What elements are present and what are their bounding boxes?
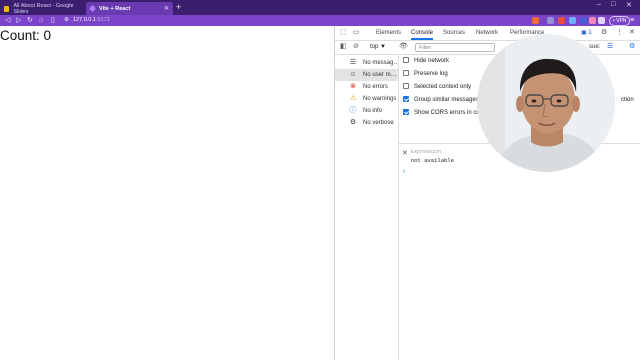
sidebar-item-label: No user m… [363, 72, 397, 78]
console-sidebar: ☰ No messag… ☺ No user m… ⊗ No errors ⚠ … [335, 55, 399, 360]
sidebar-item-info[interactable]: ⓘ No info [335, 105, 398, 117]
setting-label: Hide network [414, 58, 450, 64]
address-bar[interactable]: 127.0.0.1:5173 [73, 16, 110, 25]
url-port: :5173 [95, 17, 110, 23]
close-window-icon[interactable]: ✕ [626, 1, 632, 9]
more-options-icon[interactable]: ⋮ [616, 29, 623, 37]
sidebar-item-label: No info [363, 108, 383, 114]
sidebar-item-label: No verbose [363, 120, 394, 126]
tab-console[interactable]: Console [411, 26, 434, 40]
extension-icon[interactable] [569, 17, 576, 24]
setting-selected-context[interactable]: Selected context only [403, 82, 471, 92]
expression-value: not available [411, 157, 454, 164]
extension-icon[interactable] [589, 17, 596, 24]
setting-label: Selected context only [414, 84, 472, 90]
setting-right-column-fragment: ction [621, 97, 634, 103]
page-viewport: Count: 0 [0, 26, 334, 360]
setting-hide-network[interactable]: Hide network [403, 56, 449, 66]
issues-count: 1 [588, 30, 592, 36]
checkbox-checked[interactable] [403, 109, 409, 115]
setting-group-similar[interactable]: Group similar messages [403, 95, 479, 105]
url-host: 127.0.0.1 [73, 17, 96, 23]
webcam-overlay [477, 34, 615, 172]
tab-sources[interactable]: Sources [443, 26, 465, 40]
remove-expression-icon[interactable]: ✕ [402, 149, 408, 157]
tab-network[interactable]: Network [476, 26, 498, 40]
sidebar-item-warnings[interactable]: ⚠ No warnings [335, 93, 398, 105]
menu-icon[interactable]: ≡ [630, 15, 634, 26]
device-toggle-icon[interactable]: ▭ [353, 29, 360, 37]
console-settings-gear-icon[interactable]: ⚙ [629, 43, 635, 51]
presenter-face-image [477, 34, 615, 172]
checkbox[interactable] [403, 83, 409, 89]
reload-icon[interactable]: ↻ [27, 15, 33, 26]
checkbox[interactable] [403, 70, 409, 76]
error-icon: ⊗ [350, 83, 356, 90]
new-tab-button[interactable]: + [176, 2, 181, 13]
checkbox-checked[interactable] [403, 96, 409, 102]
console-prompt-icon[interactable]: › [403, 168, 405, 175]
close-devtools-icon[interactable]: ✕ [629, 29, 635, 37]
tab-google-slides[interactable]: All About React - Google Slides [0, 2, 86, 15]
tab-title: Vite + React [99, 5, 131, 12]
issues-icon[interactable]: ☰ [607, 43, 613, 51]
sidebar-item-label: No messag… [363, 60, 398, 66]
sidebar-item-verbose[interactable]: ⚙ No verbose [335, 117, 398, 129]
warning-icon: ⚠ [349, 95, 357, 102]
sidebar-item-errors[interactable]: ⊗ No errors [335, 81, 398, 93]
browser-toolbar: ◁ ▷ ↻ ⌂ ▯ ⊕ 127.0.0.1:5173 • VPN ≡ [0, 15, 640, 26]
extension-icon[interactable] [580, 17, 587, 24]
checkbox[interactable] [403, 57, 409, 63]
brave-shield-icon[interactable] [532, 17, 539, 24]
sidebar-item-messages[interactable]: ☰ No messag… [335, 57, 398, 69]
bookmark-icon[interactable]: ▯ [51, 15, 55, 26]
sidebar-item-label: No warnings [363, 96, 397, 102]
expression-label: Expression [411, 149, 442, 155]
list-icon: ☰ [349, 59, 357, 66]
maximize-icon[interactable]: □ [611, 1, 615, 8]
clear-console-icon[interactable]: ⊘ [353, 43, 359, 51]
slides-favicon-icon [4, 5, 10, 12]
setting-label: Preserve log [414, 71, 448, 77]
live-expression-eye-icon[interactable]: 👁 [399, 43, 408, 51]
close-tab-icon[interactable]: ✕ [164, 5, 169, 12]
home-icon[interactable]: ⌂ [39, 15, 43, 26]
extension-icon[interactable] [558, 17, 565, 24]
context-selector[interactable]: top ▼ [370, 43, 386, 52]
settings-gear-icon[interactable]: ⚙ [601, 29, 607, 37]
minimize-icon[interactable]: – [597, 1, 601, 8]
site-info-icon[interactable]: ⊕ [64, 15, 69, 26]
issues-badge[interactable]: ▣ 1 [581, 29, 592, 37]
vite-favicon-icon [88, 4, 97, 13]
verbose-icon: ⚙ [349, 119, 357, 126]
browser-tab-strip: All About React - Google Slides Vite + R… [0, 0, 640, 15]
user-icon: ☺ [349, 71, 357, 78]
extension-icon[interactable] [547, 17, 554, 24]
back-icon[interactable]: ◁ [5, 15, 10, 26]
count-text: Count: 0 [0, 28, 52, 43]
sidebar-toggle-icon[interactable]: ◧ [340, 43, 347, 51]
info-icon: ⓘ [349, 107, 357, 114]
forward-icon[interactable]: ▷ [16, 15, 21, 26]
sidebar-item-user-messages[interactable]: ☺ No user m… [335, 69, 398, 81]
setting-preserve-log[interactable]: Preserve log [403, 69, 448, 79]
filter-input[interactable]: Filter [415, 43, 495, 52]
devtools-tabbar: ⬚ ▭ Elements Console Sources Network Per… [335, 26, 640, 41]
sidebar-item-label: No errors [363, 84, 389, 90]
setting-label: Show CORS errors in con [414, 110, 484, 116]
vpn-button[interactable]: • VPN [609, 16, 631, 26]
profile-icon[interactable] [598, 17, 605, 24]
setting-label: Group similar messages [414, 97, 479, 103]
setting-show-cors[interactable]: Show CORS errors in con [403, 108, 483, 118]
tab-vite-react[interactable]: Vite + React ✕ [86, 2, 173, 15]
tab-title: All About React - Google Slides [13, 2, 74, 15]
inspect-icon[interactable]: ⬚ [340, 29, 347, 37]
tab-elements[interactable]: Elements [376, 26, 401, 40]
